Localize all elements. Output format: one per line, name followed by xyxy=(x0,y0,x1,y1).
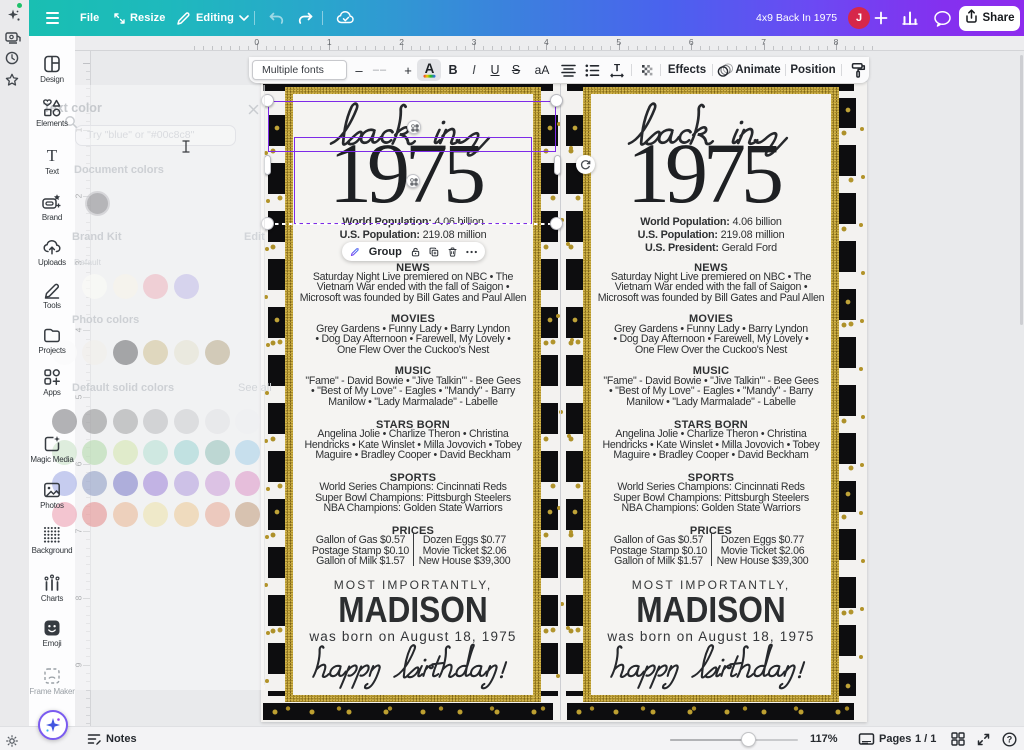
svg-text:?: ? xyxy=(1007,734,1013,744)
svg-text:A: A xyxy=(424,61,434,76)
